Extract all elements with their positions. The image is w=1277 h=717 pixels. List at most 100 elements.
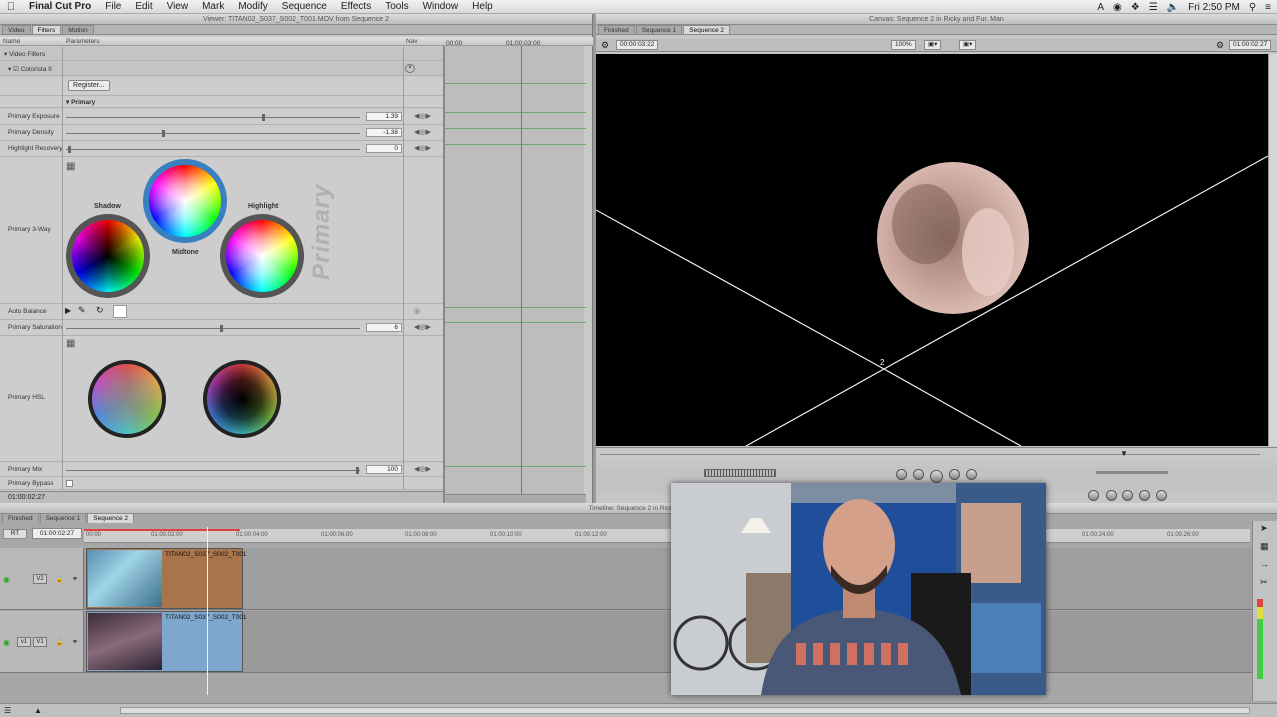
timeline-clip[interactable]: TITAN02_S037_S002_T001 <box>86 611 247 672</box>
previous-edit-button[interactable] <box>896 469 907 480</box>
tab-sequence-1[interactable]: Sequence 1 <box>635 25 683 34</box>
gear-icon[interactable]: ⚙ <box>1216 40 1224 51</box>
saturation-value[interactable]: 6 <box>366 323 402 332</box>
menu-tools[interactable]: Tools <box>378 1 415 12</box>
keyframe-button[interactable]: ◎ <box>414 307 434 316</box>
link-icon[interactable]: ⚭ <box>72 575 78 583</box>
playhead-marker[interactable]: ▼ <box>1120 449 1128 458</box>
highlight-thumb[interactable] <box>68 146 71 153</box>
eyedropper-icon[interactable]: ✎ <box>78 305 86 316</box>
highlight-value[interactable]: 0 <box>366 144 402 153</box>
mark-out-button[interactable] <box>1106 490 1117 501</box>
track-visibility-icon[interactable]: ◉ <box>3 638 10 647</box>
keyframe-button[interactable]: ◀◎▶ <box>414 465 434 474</box>
saturation-thumb[interactable] <box>220 325 223 332</box>
gear-icon[interactable]: ⚙ <box>601 40 609 51</box>
selection-tool-icon[interactable]: ➤ <box>1260 523 1268 534</box>
hue-saturation-wheel[interactable] <box>88 360 166 438</box>
register-button[interactable]: Register... <box>68 80 110 91</box>
menu-file[interactable]: File <box>98 1 128 12</box>
keyframe-button[interactable]: ◀◎▶ <box>414 323 434 332</box>
reset-icon[interactable]: × <box>405 64 415 73</box>
menu-help[interactable]: Help <box>465 1 500 12</box>
view-popup[interactable]: ▣▾ <box>924 40 942 50</box>
app-menu[interactable]: Final Cut Pro <box>22 1 98 12</box>
record-icon[interactable]: ◉ <box>1113 2 1122 13</box>
scrubber-bar[interactable]: ▼ <box>596 447 1277 460</box>
midtone-wheel[interactable] <box>143 159 227 243</box>
mark-in-button[interactable] <box>1088 490 1099 501</box>
overlay-popup[interactable]: ▣▾ <box>959 40 977 50</box>
zoom-popup[interactable]: 100% <box>891 40 916 50</box>
duration-field[interactable]: 00:00:03:22 <box>616 40 659 50</box>
current-timecode[interactable]: 01:00:02:27 <box>1229 40 1272 50</box>
horizontal-scrollbar[interactable] <box>120 707 1250 714</box>
vertical-scrollbar[interactable] <box>1268 54 1277 446</box>
highlight-wheel[interactable] <box>220 214 304 298</box>
play-button[interactable] <box>930 470 943 483</box>
video-frame[interactable]: 2 <box>596 54 1268 446</box>
tab-motion[interactable]: Motion <box>62 25 94 34</box>
exposure-value[interactable]: 1.39 <box>366 112 402 121</box>
track-tool-icon[interactable]: → <box>1260 559 1269 569</box>
exposure-slider[interactable] <box>66 114 360 121</box>
add-marker-button[interactable] <box>1122 490 1133 501</box>
link-icon[interactable]: ⚭ <box>72 638 78 646</box>
edit-selection-tool-icon[interactable]: ▦ <box>1260 541 1269 552</box>
timeline-timecode[interactable]: 01:00:02:27 <box>32 528 82 539</box>
play-in-out-button[interactable] <box>913 469 924 480</box>
tab-finished[interactable]: Finished <box>598 25 635 34</box>
track-destination[interactable]: V1 <box>33 637 47 647</box>
primary-section-label[interactable]: ▾ Primary <box>66 98 95 106</box>
search-icon[interactable]: ⚲ <box>1249 2 1256 13</box>
menu-view[interactable]: View <box>160 1 196 12</box>
track-height-icon[interactable]: ▲ <box>34 706 42 715</box>
menu-modify[interactable]: Modify <box>231 1 274 12</box>
grid-icon[interactable]: ▦ <box>66 338 75 349</box>
filter-name[interactable]: ▾ ☑ Colorista II <box>8 65 52 73</box>
match-frame-button[interactable] <box>1139 490 1150 501</box>
highlight-slider[interactable] <box>66 146 360 153</box>
timeline-playhead[interactable] <box>207 527 208 695</box>
keyframe-graph[interactable] <box>443 46 586 504</box>
lock-icon[interactable]: 🔒 <box>55 638 64 646</box>
play-icon[interactable]: ▶ <box>65 306 71 315</box>
clock[interactable]: Fri 2:50 PM <box>1188 2 1240 13</box>
dropbox-icon[interactable]: ❖ <box>1131 2 1140 13</box>
shadow-wheel[interactable] <box>66 214 150 298</box>
lock-icon[interactable]: 🔒 <box>55 575 64 583</box>
keyframe-button[interactable]: ◀◎▶ <box>414 144 434 153</box>
menu-window[interactable]: Window <box>416 1 466 12</box>
menu-mark[interactable]: Mark <box>195 1 231 12</box>
grid-icon[interactable]: ▦ <box>66 161 75 172</box>
tab-sequence-1[interactable]: Sequence 1 <box>39 513 87 523</box>
track-destination[interactable]: V2 <box>33 574 47 584</box>
viewer-timecode[interactable]: 01:00:02:27 <box>8 494 45 501</box>
keyframe-button[interactable]: ◀◎▶ <box>414 112 434 121</box>
density-value[interactable]: -1.38 <box>366 128 402 137</box>
razor-tool-icon[interactable]: ✂ <box>1260 577 1268 588</box>
mix-slider[interactable] <box>66 467 360 474</box>
menu-edit[interactable]: Edit <box>128 1 159 12</box>
saturation-slider[interactable] <box>66 325 360 332</box>
apple-menu-icon[interactable]:  <box>0 1 22 13</box>
refresh-icon[interactable]: ↻ <box>96 305 104 316</box>
wifi-icon[interactable]: ☰ <box>1149 2 1158 13</box>
mix-thumb[interactable] <box>356 467 359 474</box>
tab-video[interactable]: Video <box>2 25 31 34</box>
exposure-thumb[interactable] <box>262 114 265 121</box>
keyframe-button[interactable]: ◀◎▶ <box>414 128 434 137</box>
list-icon[interactable]: ≡ <box>1265 2 1271 13</box>
play-around-button[interactable] <box>949 469 960 480</box>
next-edit-button[interactable] <box>966 469 977 480</box>
rt-popup[interactable]: RT <box>3 529 27 539</box>
track-source[interactable]: v1 <box>17 637 31 647</box>
mix-value[interactable]: 100 <box>366 465 402 474</box>
bypass-checkbox[interactable] <box>66 480 73 487</box>
density-thumb[interactable] <box>162 130 165 137</box>
track-visibility-icon[interactable]: ◉ <box>3 575 10 584</box>
menu-effects[interactable]: Effects <box>334 1 378 12</box>
time-ruler[interactable]: 00:00 01:00:02:00 01:00:04:00 01:00:06:0… <box>84 529 1250 543</box>
menu-sequence[interactable]: Sequence <box>275 1 334 12</box>
adobe-icon[interactable]: A <box>1097 2 1104 13</box>
